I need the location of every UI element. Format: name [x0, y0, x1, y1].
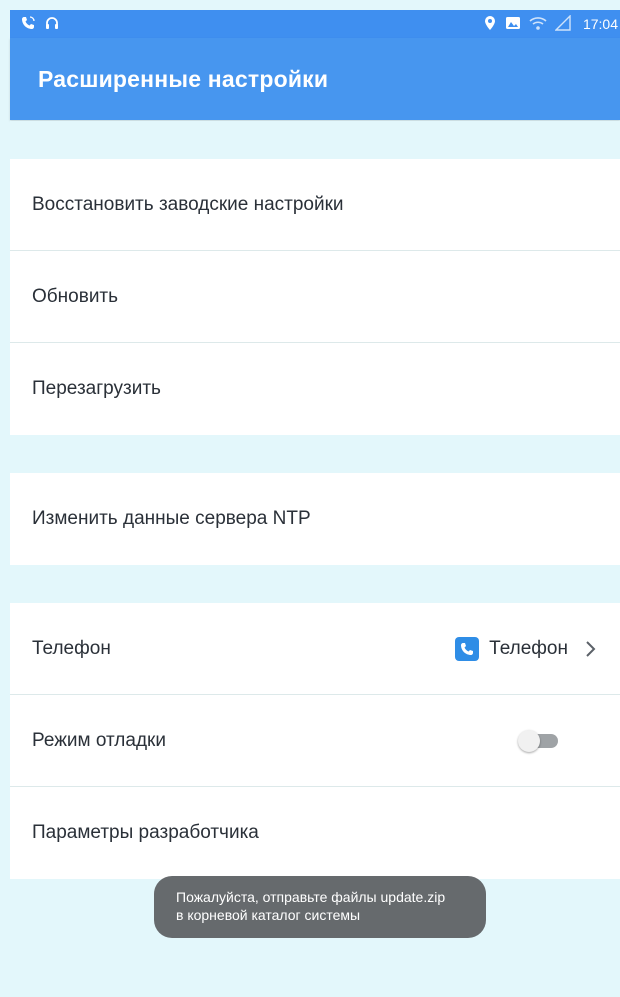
location-pin-icon	[483, 15, 497, 34]
section-divider	[10, 121, 620, 159]
update-item[interactable]: Обновить	[10, 251, 620, 343]
settings-list: Восстановить заводские настройки Обновит…	[10, 121, 620, 879]
section-divider	[10, 435, 620, 473]
ntp-server-item[interactable]: Изменить данные сервера NTP	[10, 473, 620, 565]
gallery-icon	[505, 15, 521, 34]
update-label: Обновить	[32, 285, 119, 307]
factory-reset-item[interactable]: Восстановить заводские настройки	[10, 159, 620, 251]
app-bar: Расширенные настройки	[10, 38, 620, 120]
wifi-icon	[529, 15, 547, 34]
reboot-item[interactable]: Перезагрузить	[10, 343, 620, 435]
developer-options-label: Параметры разработчика	[32, 822, 259, 843]
debug-mode-toggle[interactable]	[518, 729, 558, 752]
toggle-thumb	[518, 729, 540, 752]
toast-line-1: Пожалуйста, отправьте файлы update.zip	[176, 889, 446, 905]
debug-mode-label: Режим отладки	[32, 729, 166, 751]
section-divider	[10, 565, 620, 603]
status-bar: 17:04	[10, 10, 620, 38]
reboot-label: Перезагрузить	[32, 378, 161, 399]
status-bar-left	[20, 15, 60, 34]
phone-value: Телефон	[455, 636, 598, 661]
system-section: Восстановить заводские настройки Обновит…	[10, 159, 620, 435]
status-bar-right: 17:04	[483, 13, 618, 34]
factory-reset-label: Восстановить заводские настройки	[32, 193, 344, 215]
phone-call-icon	[20, 15, 36, 34]
ntp-server-label: Изменить данные сервера NTP	[32, 508, 311, 529]
phone-item[interactable]: Телефон Телефон	[10, 603, 620, 695]
ntp-section: Изменить данные сервера NTP	[10, 473, 620, 565]
status-time: 17:04	[582, 16, 618, 32]
phone-value-label: Телефон	[489, 637, 568, 659]
signal-icon	[554, 13, 571, 34]
phone-label: Телефон	[32, 637, 111, 659]
toast-line-2: в корневой каталог системы	[176, 907, 361, 923]
misc-section: Телефон Телефон Режим отладки Параметры …	[10, 603, 620, 879]
page-title: Расширенные настройки	[38, 65, 329, 92]
chevron-right-icon	[584, 639, 598, 659]
headset-icon	[44, 15, 60, 34]
phone-app-icon	[455, 636, 480, 661]
debug-mode-item: Режим отладки	[10, 695, 620, 787]
developer-options-item[interactable]: Параметры разработчика	[10, 787, 620, 879]
toast-message: Пожалуйста, отправьте файлы update.zip в…	[154, 876, 486, 938]
